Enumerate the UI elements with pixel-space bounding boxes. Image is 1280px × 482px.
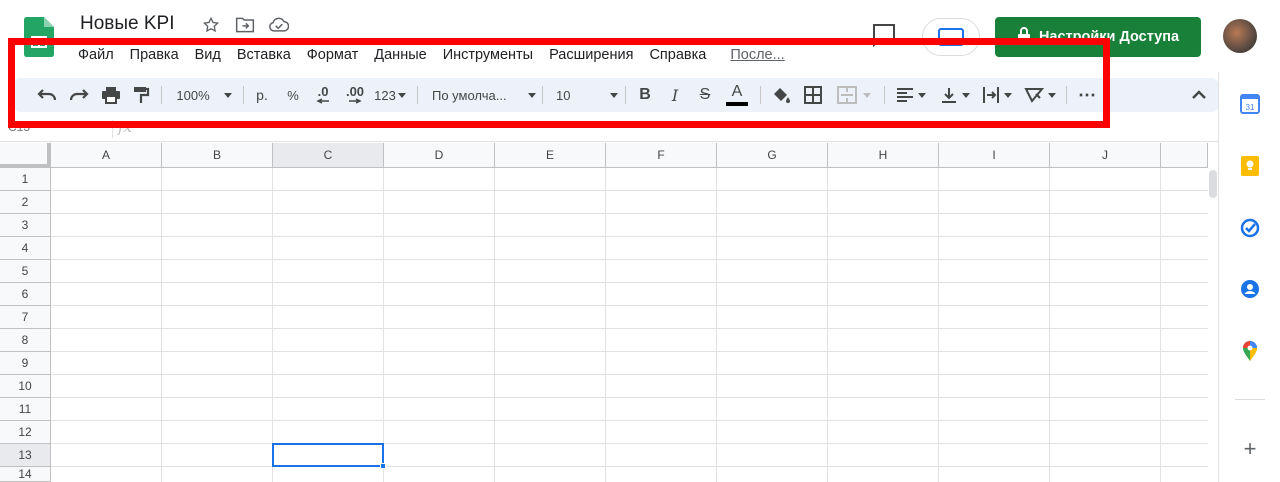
column-header[interactable]: B bbox=[162, 143, 273, 168]
column-header[interactable]: D bbox=[384, 143, 495, 168]
add-addon-button[interactable]: + bbox=[1238, 436, 1262, 461]
row-header[interactable]: 5 bbox=[0, 260, 51, 283]
contacts-icon[interactable] bbox=[1238, 277, 1262, 301]
row-header-selected[interactable]: 13 bbox=[0, 444, 51, 467]
scrollbar-thumb[interactable] bbox=[1209, 170, 1217, 198]
row-header[interactable]: 2 bbox=[0, 191, 51, 214]
column-header-selected[interactable]: C bbox=[273, 143, 384, 168]
row-header[interactable]: 7 bbox=[0, 306, 51, 329]
row-header[interactable]: 8 bbox=[0, 329, 51, 352]
column-header-partial[interactable] bbox=[1161, 143, 1208, 168]
column-header[interactable]: E bbox=[495, 143, 606, 168]
column-header[interactable]: F bbox=[606, 143, 717, 168]
calendar-icon[interactable]: 31 bbox=[1238, 92, 1262, 116]
maps-icon[interactable] bbox=[1238, 339, 1262, 363]
row-header[interactable]: 11 bbox=[0, 398, 51, 421]
side-panel-divider bbox=[1235, 399, 1265, 400]
row-header[interactable]: 10 bbox=[0, 375, 51, 398]
column-header[interactable]: A bbox=[51, 143, 162, 168]
row-header[interactable]: 6 bbox=[0, 283, 51, 306]
tasks-icon[interactable] bbox=[1238, 216, 1262, 240]
select-all-corner[interactable] bbox=[0, 143, 51, 168]
column-header[interactable]: H bbox=[828, 143, 939, 168]
collapse-menus-icon[interactable] bbox=[1186, 82, 1212, 108]
calendar-day: 31 bbox=[1246, 103, 1255, 112]
move-folder-icon[interactable] bbox=[234, 14, 256, 36]
column-header[interactable]: J bbox=[1050, 143, 1161, 168]
star-icon[interactable] bbox=[200, 14, 222, 36]
active-cell-c13[interactable] bbox=[272, 443, 384, 467]
row-header[interactable]: 9 bbox=[0, 352, 51, 375]
document-title[interactable]: Новые KPI bbox=[80, 13, 175, 35]
highlight-annotation bbox=[8, 38, 1110, 128]
column-header[interactable]: G bbox=[717, 143, 828, 168]
vertical-scrollbar[interactable] bbox=[1208, 168, 1218, 482]
fill-handle[interactable] bbox=[380, 463, 386, 469]
avatar[interactable] bbox=[1223, 19, 1257, 53]
cell-area[interactable] bbox=[51, 168, 1208, 482]
cloud-status-icon[interactable] bbox=[268, 14, 290, 36]
column-header[interactable]: I bbox=[939, 143, 1050, 168]
row-header[interactable]: 1 bbox=[0, 168, 51, 191]
row-header[interactable]: 12 bbox=[0, 421, 51, 444]
row-header[interactable]: 14 bbox=[0, 467, 51, 482]
row-header[interactable]: 3 bbox=[0, 214, 51, 237]
row-header[interactable]: 4 bbox=[0, 237, 51, 260]
side-panel: 31 + bbox=[1218, 72, 1280, 482]
keep-icon[interactable] bbox=[1238, 154, 1262, 178]
